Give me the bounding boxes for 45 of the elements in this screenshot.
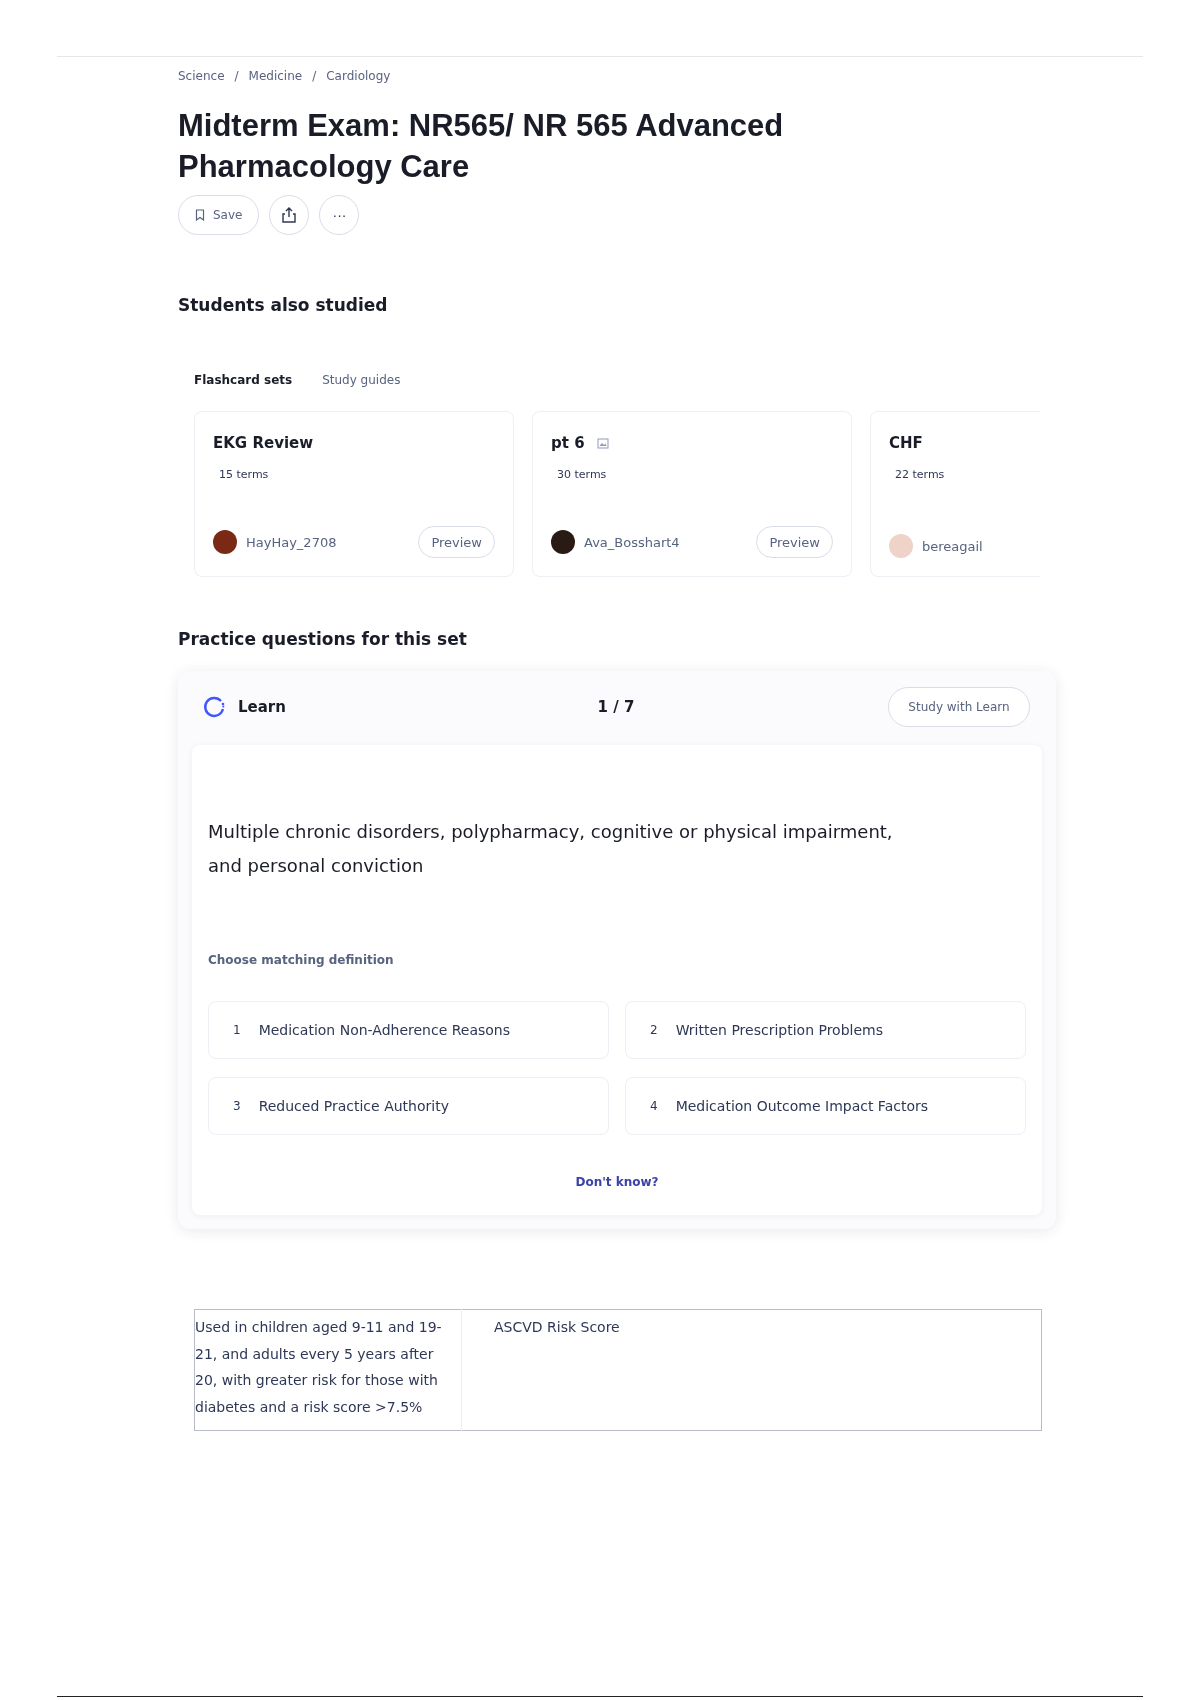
bookmark-icon [195,209,205,221]
breadcrumb-link[interactable]: Medicine [248,69,303,83]
set-title: EKG Review [213,434,314,452]
definition-cell: Used in children aged 9-11 and 19-21, and adults every 5 years after 20, with greater risk for those with diabetes and a risk score >7.5% [194,1309,462,1431]
breadcrumb-separator: / [234,69,239,83]
breadcrumb-link[interactable]: Science [178,69,225,83]
term-count: 22 terms [895,468,946,481]
avatar [213,530,237,554]
breadcrumb-separator: / [312,69,317,83]
study-with-learn-button[interactable]: Study with Learn [888,687,1030,727]
breadcrumb-link[interactable]: Cardiology [326,69,391,83]
question-text: Multiple chronic disorders, polypharmacy, cognitive or physical impairment, and personal conviction [208,820,894,878]
study-set-card[interactable]: CHF 22 terms bereagail [870,411,1040,577]
term-count: 30 terms [557,468,608,481]
answer-option[interactable]: 2 Written Prescription Problems [625,1001,1026,1059]
learn-icon [202,695,226,719]
avatar [551,530,575,554]
set-title: CHF [889,434,923,452]
share-icon [281,206,298,224]
more-button[interactable]: ··· [319,195,360,235]
study-set-card[interactable]: EKG Review 15 terms HayHay_2708 Preview [194,411,514,577]
author-name: Ava_Bosshart4 [584,534,680,550]
dont-know-link[interactable]: Don't know? [575,1175,659,1189]
question-counter: 1 / 7 [597,698,635,716]
preview-button[interactable]: Preview [756,526,833,558]
tab[interactable]: Study guides [322,373,401,387]
avatar [889,534,913,558]
share-button[interactable] [269,195,310,235]
prompt-label: Choose matching definition [208,953,395,967]
mode-label: Learn [238,698,286,716]
term-count: 15 terms [219,468,270,481]
author-name: HayHay_2708 [246,534,337,550]
set-title: pt 6 [551,434,585,452]
page-title: Midterm Exam: NR565/ NR 565 Advanced Pharmacology Care [178,107,785,186]
section-heading: Students also studied [178,295,389,315]
answer-option[interactable]: 3 Reduced Practice Authority [208,1077,609,1135]
save-button[interactable]: Save [178,195,260,235]
author-name: bereagail [922,538,983,554]
answer-option[interactable]: 4 Medication Outcome Impact Factors [625,1077,1026,1135]
study-set-card[interactable]: pt 6 30 terms Ava_Bosshart4 Preview [532,411,852,577]
term-cell: ASCVD Risk Score [461,1309,1042,1431]
preview-button[interactable]: Preview [418,526,495,558]
section-heading: Practice questions for this set [178,629,468,649]
answer-option[interactable]: 1 Medication Non-Adherence Reasons [208,1001,609,1059]
tab[interactable]: Flashcard sets [194,373,293,387]
